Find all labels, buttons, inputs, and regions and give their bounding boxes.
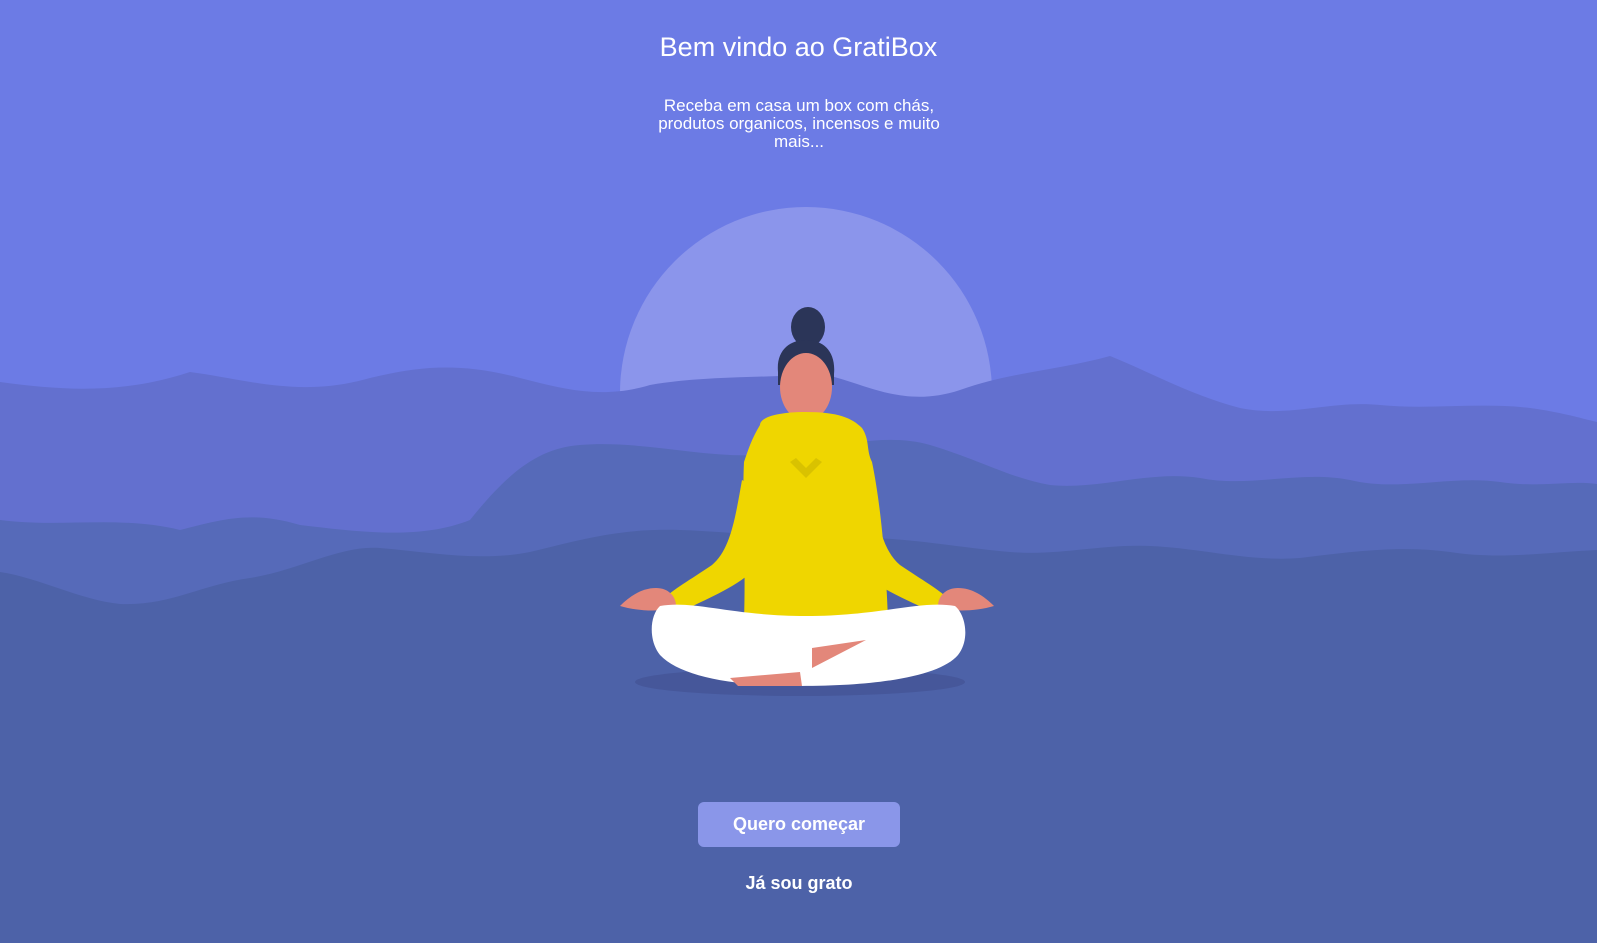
- login-link[interactable]: Já sou grato: [698, 870, 900, 896]
- welcome-title: Bem vindo ao GratiBox: [659, 32, 938, 62]
- pants: [651, 604, 966, 686]
- face: [780, 353, 832, 421]
- welcome-subtitle: Receba em casa um box com chás, produtos…: [658, 96, 940, 151]
- start-button[interactable]: Quero começar: [698, 802, 900, 847]
- welcome-screen: Bem vindo ao GratiBox Receba em casa um …: [0, 0, 1597, 943]
- hoodie: [743, 412, 888, 620]
